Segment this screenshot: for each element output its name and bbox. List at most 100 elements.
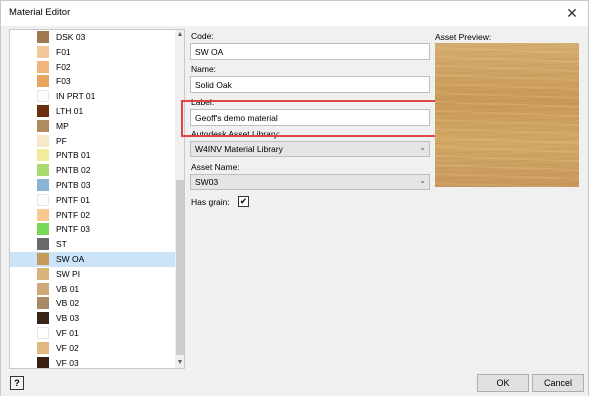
material-swatch <box>37 223 49 236</box>
asset-name-select[interactable]: SW03 ⌄ <box>190 174 430 190</box>
scroll-down-icon[interactable]: ▼ <box>175 358 184 368</box>
list-item[interactable]: VB 03 <box>10 311 175 326</box>
material-swatch <box>37 312 49 325</box>
material-label: F02 <box>56 61 71 72</box>
list-item[interactable]: PNTF 03 <box>10 222 175 237</box>
material-label: VF 03 <box>56 357 79 368</box>
material-label: MP <box>56 120 69 131</box>
material-label: PNTF 03 <box>56 224 91 235</box>
material-list: DSK 03 F01 F02 F03 IN PRT 01 LTH 01 MP PF PNTB 0… <box>9 29 185 369</box>
material-label: PF <box>56 135 67 146</box>
list-item[interactable]: VF 02 <box>10 341 175 356</box>
material-swatch <box>37 297 49 310</box>
dialog-content: DSK 03 F01 F02 F03 IN PRT 01 LTH 01 MP PF PNTB 0… <box>1 26 588 370</box>
material-editor-window: Material Editor ✕ DSK 03 F01 F02 F03 IN PRT … <box>0 0 589 396</box>
list-scrollbar[interactable]: ▲ ▼ <box>175 30 184 368</box>
list-item[interactable]: SW PI <box>10 267 175 282</box>
list-item[interactable]: VF 01 <box>10 326 175 341</box>
asset-library-value: W4INV Material Library <box>195 144 283 154</box>
material-label: VB 02 <box>56 298 80 309</box>
list-item[interactable]: VB 01 <box>10 282 175 297</box>
material-label: VB 01 <box>56 283 80 294</box>
material-swatch <box>37 149 49 162</box>
material-swatch <box>37 193 49 206</box>
material-swatch <box>37 45 49 58</box>
help-icon[interactable]: ? <box>10 376 24 390</box>
asset-preview-image <box>435 43 579 187</box>
material-label: LTH 01 <box>56 105 84 116</box>
material-list-items: DSK 03 F01 F02 F03 IN PRT 01 LTH 01 MP PF PNTB 0… <box>10 30 175 368</box>
list-item[interactable]: DSK 03 <box>10 30 175 45</box>
list-item[interactable]: PNTF 01 <box>10 193 175 208</box>
list-item[interactable]: PNTB 02 <box>10 163 175 178</box>
list-item[interactable]: MP <box>10 119 175 134</box>
material-label: F03 <box>56 76 71 87</box>
name-label: Name: <box>191 64 217 74</box>
list-item[interactable]: IN PRT 01 <box>10 89 175 104</box>
material-label: PNTB 02 <box>56 165 91 176</box>
material-swatch <box>37 356 49 368</box>
material-swatch <box>37 252 49 265</box>
asset-preview-label: Asset Preview: <box>435 32 492 42</box>
cancel-button[interactable]: Cancel <box>532 374 584 392</box>
material-label: PNTF 02 <box>56 209 91 220</box>
material-label: SW OA <box>56 253 85 264</box>
material-label: PNTF 01 <box>56 194 91 205</box>
code-field[interactable] <box>190 43 430 60</box>
has-grain-checkbox[interactable]: ✔ <box>238 196 249 207</box>
list-item[interactable]: PNTB 03 <box>10 178 175 193</box>
material-label: IN PRT 01 <box>56 91 96 102</box>
material-label: VF 01 <box>56 327 79 338</box>
material-swatch <box>37 267 49 280</box>
material-label: SW PI <box>56 268 81 279</box>
title-bar: Material Editor ✕ <box>1 1 588 25</box>
list-item[interactable]: VF 03 <box>10 356 175 368</box>
code-label: Code: <box>191 31 214 41</box>
material-swatch <box>37 104 49 117</box>
material-swatch <box>37 31 49 43</box>
material-label: ST <box>56 239 67 250</box>
dialog-footer: ? OK Cancel <box>1 370 588 396</box>
list-item[interactable]: LTH 01 <box>10 104 175 119</box>
list-item[interactable]: F03 <box>10 74 175 89</box>
asset-name-value: SW03 <box>195 177 219 187</box>
material-swatch <box>37 90 49 103</box>
chevron-down-icon: ⌄ <box>419 143 426 152</box>
material-swatch <box>37 60 49 73</box>
list-item[interactable]: F01 <box>10 45 175 60</box>
material-swatch <box>37 178 49 191</box>
list-item[interactable]: VB 02 <box>10 296 175 311</box>
material-label: F01 <box>56 46 71 57</box>
asset-library-select[interactable]: W4INV Material Library ⌄ <box>190 141 430 157</box>
material-label: VB 03 <box>56 313 80 324</box>
material-swatch <box>37 134 49 147</box>
list-item[interactable]: PNTF 02 <box>10 208 175 223</box>
material-swatch <box>37 164 49 177</box>
material-swatch <box>37 75 49 88</box>
list-item[interactable]: PF <box>10 134 175 149</box>
material-label: PNTB 01 <box>56 150 91 161</box>
asset-name-label: Asset Name: <box>191 162 240 172</box>
list-item[interactable]: F02 <box>10 60 175 75</box>
scroll-up-icon[interactable]: ▲ <box>175 30 184 40</box>
material-label: DSK 03 <box>56 32 86 42</box>
material-swatch <box>37 208 49 221</box>
material-label: VF 02 <box>56 342 79 353</box>
scroll-thumb[interactable] <box>176 180 184 355</box>
chevron-down-icon: ⌄ <box>419 176 426 185</box>
material-swatch <box>37 282 49 295</box>
window-title: Material Editor <box>9 7 71 18</box>
material-swatch <box>37 119 49 132</box>
list-item[interactable]: ST <box>10 237 175 252</box>
name-field[interactable] <box>190 76 430 93</box>
list-item[interactable]: PNTB 01 <box>10 148 175 163</box>
label-highlight-box <box>181 100 439 137</box>
material-label: PNTB 03 <box>56 179 91 190</box>
material-swatch <box>37 341 49 354</box>
has-grain-label: Has grain: <box>191 197 230 207</box>
material-swatch <box>37 326 49 339</box>
list-item[interactable]: SW OA <box>10 251 175 267</box>
close-icon[interactable]: ✕ <box>562 3 582 23</box>
ok-button[interactable]: OK <box>477 374 529 392</box>
material-swatch <box>37 238 49 251</box>
